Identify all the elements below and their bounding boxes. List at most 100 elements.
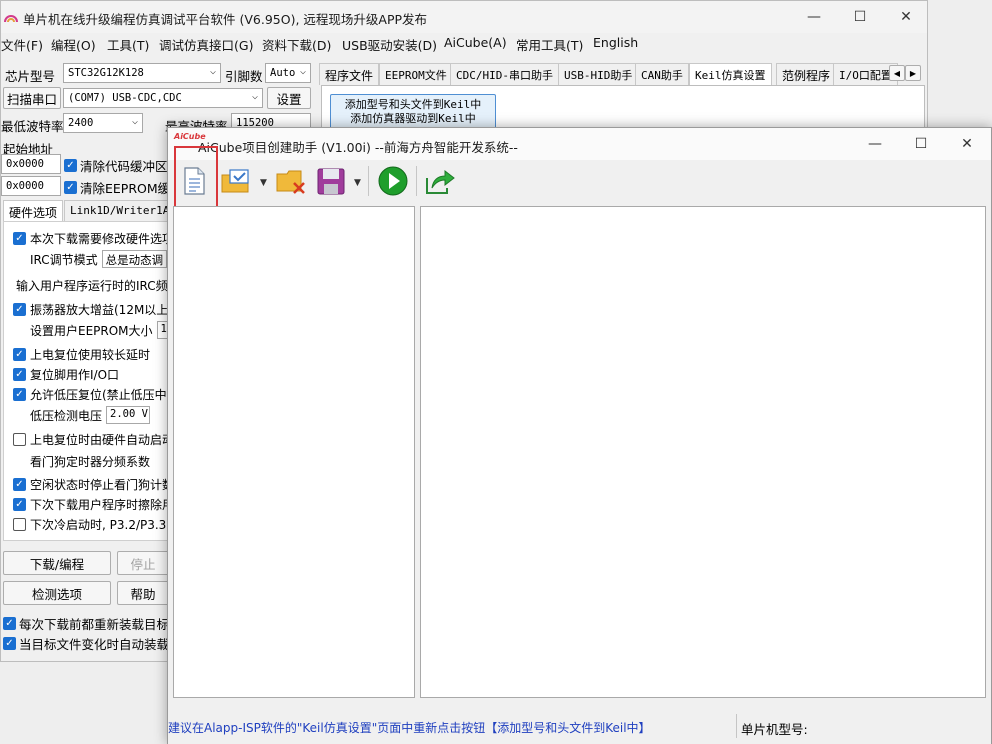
open-dropdown-arrow-icon[interactable]: ▼ xyxy=(260,178,267,188)
menu-tools[interactable]: 工具(T) xyxy=(107,35,149,54)
hw-tab-strip: 硬件选项 Link1D/Writer1A/U xyxy=(3,200,189,222)
download-button[interactable]: 下载/编程 xyxy=(3,551,111,575)
option-low-voltage[interactable]: ✓ 允许低压复位(禁止低压中断 xyxy=(13,384,179,404)
tab-usb-hid[interactable]: USB-HID助手 xyxy=(558,63,639,85)
tab-scroll-right-icon[interactable]: ▶ xyxy=(905,65,921,81)
option-label: IRC调节模式 xyxy=(30,252,98,267)
checkmark-icon: ✓ xyxy=(3,637,16,650)
option-hw-wdt[interactable]: 上电复位时由硬件自动启动 xyxy=(13,429,174,449)
checkmark-icon: ✓ xyxy=(13,387,26,401)
dialog-titlebar[interactable]: AiCube AiCube项目创建助手 (V1.00i) --前海方舟智能开发系… xyxy=(168,128,991,160)
main-titlebar[interactable]: 单片机在线升级编程仿真调试平台软件 (V6.95O), 远程现场升级APP发布 … xyxy=(1,1,927,33)
option-cold-start[interactable]: 下次冷启动时, P3.2/P3.3为 xyxy=(13,514,178,534)
right-tab-strip: 程序文件 EEPROM文件 CDC/HID-串口助手 USB-HID助手 CAN… xyxy=(319,63,925,85)
save-dropdown-arrow-icon[interactable]: ▼ xyxy=(354,178,361,188)
checkmark-icon: ✓ xyxy=(3,617,16,630)
min-baud-label: 最低波特率 xyxy=(1,119,64,134)
checkmark-icon: ✓ xyxy=(13,497,26,511)
open-folder-icon xyxy=(221,169,249,193)
help-button[interactable]: 帮助 xyxy=(117,581,169,605)
tab-can[interactable]: CAN助手 xyxy=(635,63,689,85)
checkmark-icon: ✓ xyxy=(64,181,77,194)
auto-reload-label: 当目标文件变化时自动装载并 xyxy=(19,637,182,652)
maximize-button[interactable]: ☐ xyxy=(837,1,883,33)
close-button[interactable]: ✕ xyxy=(883,1,929,33)
status-hint: 建议在Alapp-ISP软件的"Keil仿真设置"页面中重新点击按钮【添加型号和… xyxy=(168,721,651,735)
run-icon xyxy=(378,166,408,196)
option-osc-gain[interactable]: ✓ 振荡器放大增益(12M以上建议 xyxy=(13,299,192,319)
clear-code-checkbox[interactable]: ✓ 清除代码缓冲区 xyxy=(64,156,168,175)
delete-project-button[interactable] xyxy=(274,164,308,198)
menu-file[interactable]: 文件(F) xyxy=(1,35,43,54)
auto-reload-checkbox[interactable]: ✓ 当目标文件变化时自动装载并 xyxy=(3,634,182,653)
tab-hardware-options[interactable]: 硬件选项 xyxy=(3,200,64,222)
run-button[interactable] xyxy=(376,164,410,198)
chip-value: STC32G12K128 xyxy=(68,67,144,79)
option-label: 下次冷启动时, P3.2/P3.3为 xyxy=(30,517,179,532)
toolbar-separator xyxy=(416,166,417,196)
chip-select[interactable]: STC32G12K128 ⌵ xyxy=(63,63,221,83)
add-keil-model-button[interactable]: 添加型号和头文件到Keil中 添加仿真器驱动到Keil中 xyxy=(330,94,496,130)
irc-mode-select[interactable]: 总是动态调 xyxy=(101,250,168,268)
dialog-status-bar: 建议在Alapp-ISP软件的"Keil仿真设置"页面中重新点击按钮【添加型号和… xyxy=(168,708,991,744)
lvd-voltage-select[interactable]: 2.00 V xyxy=(106,406,151,424)
check-options-button[interactable]: 检测选项 xyxy=(3,581,111,605)
option-reset-io[interactable]: ✓ 复位脚用作I/O口 xyxy=(13,364,119,384)
start-addr-eeprom-input[interactable]: 0x0000 xyxy=(1,176,61,196)
checkmark-icon: ✓ xyxy=(13,302,26,316)
clear-code-label: 清除代码缓冲区 xyxy=(80,159,168,174)
menu-download[interactable]: 资料下载(D) xyxy=(262,35,331,54)
status-model-label: 单片机型号: xyxy=(741,722,808,737)
export-icon xyxy=(426,169,455,194)
option-label: 看门狗定时器分频系数 xyxy=(30,454,151,469)
start-addr-code-input[interactable]: 0x0000 xyxy=(1,154,61,174)
menu-debug[interactable]: 调试仿真接口(G) xyxy=(159,35,253,54)
menu-usb-driver[interactable]: USB驱动安装(D) xyxy=(342,35,437,54)
scan-port-button[interactable]: 扫描串口 xyxy=(3,87,61,109)
project-tree-panel[interactable] xyxy=(173,206,415,698)
app-logo-icon xyxy=(4,15,18,23)
save-icon xyxy=(317,168,345,195)
tab-examples[interactable]: 范例程序 xyxy=(776,63,837,85)
menu-common-tools[interactable]: 常用工具(T) xyxy=(516,35,583,54)
dialog-minimize-button[interactable]: — xyxy=(852,128,898,160)
pins-value: Auto xyxy=(270,67,296,79)
chevron-down-icon: ⌵ xyxy=(131,116,138,127)
menu-program[interactable]: 编程(O) xyxy=(51,35,96,54)
tab-cdc-hid[interactable]: CDC/HID-串口助手 xyxy=(450,63,559,85)
tab-scroll-left-icon[interactable]: ◀ xyxy=(889,65,905,81)
tab-program-file[interactable]: 程序文件 xyxy=(319,63,380,85)
dialog-close-button[interactable]: ✕ xyxy=(944,128,990,160)
option-lvd-voltage: 低压检测电压 2.00 V xyxy=(30,405,151,425)
option-idle-wdt[interactable]: ✓ 空闲状态时停止看门狗计数 xyxy=(13,474,174,494)
tab-keil-settings[interactable]: Keil仿真设置 xyxy=(689,63,772,85)
minimize-button[interactable]: — xyxy=(791,1,837,33)
option-label: 空闲状态时停止看门狗计数 xyxy=(30,477,175,492)
chip-label: 芯片型号 xyxy=(5,69,56,84)
option-long-delay[interactable]: ✓ 上电复位使用较长延时 xyxy=(13,344,150,364)
settings-button[interactable]: 设置 xyxy=(267,87,311,109)
min-baud-select[interactable]: 2400 ⌵ xyxy=(63,113,143,133)
option-erase-user[interactable]: ✓ 下次下载用户程序时擦除用 xyxy=(13,494,174,514)
project-detail-panel[interactable] xyxy=(420,206,986,698)
dialog-maximize-button[interactable]: ☐ xyxy=(898,128,944,160)
option-label: 允许低压复位(禁止低压中断 xyxy=(30,387,179,402)
option-modify-hw[interactable]: ✓ 本次下载需要修改硬件选项 xyxy=(13,228,174,248)
stop-button[interactable]: 停止 xyxy=(117,551,169,575)
export-button[interactable] xyxy=(423,164,457,198)
dialog-toolbar: ▼ ▼ xyxy=(168,160,991,202)
port-select[interactable]: (COM7) USB-CDC,CDC ⌵ xyxy=(63,88,263,108)
tab-eeprom-file[interactable]: EEPROM文件 xyxy=(379,63,453,85)
pins-select[interactable]: Auto ⌵ xyxy=(265,63,311,83)
checkmark-icon: ✓ xyxy=(64,159,77,172)
menu-aicube[interactable]: AiCube(A) xyxy=(444,35,507,50)
checkmark-icon: ✓ xyxy=(13,347,26,361)
chevron-down-icon: ⌵ xyxy=(209,66,216,77)
save-project-button[interactable] xyxy=(314,164,348,198)
option-label: 低压检测电压 xyxy=(30,408,103,423)
reload-before-download-checkbox[interactable]: ✓ 每次下载前都重新装载目标文 xyxy=(3,614,182,633)
menu-english[interactable]: English xyxy=(593,35,638,50)
open-project-button[interactable] xyxy=(219,164,253,198)
delete-folder-icon xyxy=(276,170,305,194)
aicube-dialog: AiCube AiCube项目创建助手 (V1.00i) --前海方舟智能开发系… xyxy=(167,127,992,744)
